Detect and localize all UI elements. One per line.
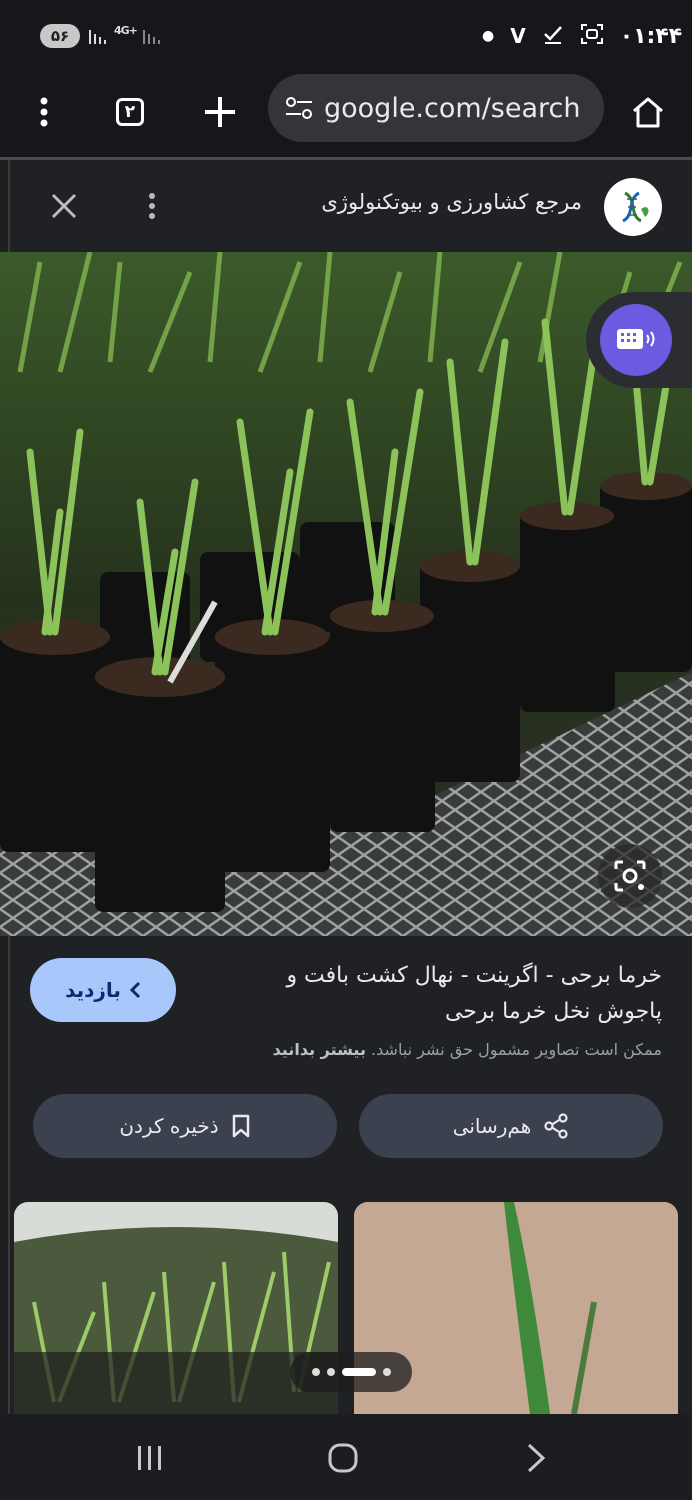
signal-icon: [88, 26, 110, 50]
keyboard-icon: [600, 304, 672, 376]
share-label: هم‌رسانی: [452, 1114, 532, 1138]
signal-icon: [142, 26, 164, 50]
pager-dot: [311, 1368, 320, 1376]
recents-button[interactable]: [120, 1428, 180, 1488]
url-text: google.com/search: [324, 92, 581, 124]
new-tab-button[interactable]: [192, 84, 248, 140]
keyboard-voice-fab[interactable]: [586, 292, 692, 388]
source-name[interactable]: مرجع کشاورزی و بیوتکنولوژی: [321, 190, 582, 214]
network-4g-icon: 4G+: [114, 24, 138, 37]
v-notification-icon: V: [510, 24, 526, 48]
save-button[interactable]: ذخیره کردن: [33, 1094, 337, 1158]
home-nav-button[interactable]: [313, 1428, 373, 1488]
url-bar[interactable]: google.com/search: [268, 74, 604, 142]
clock: ۰۱:۴۴: [619, 23, 683, 49]
lens-search-button[interactable]: [598, 844, 662, 908]
copyright-text: ممکن است تصاویر مشمول حق نشر نباشد.: [371, 1040, 662, 1059]
plus-icon: [205, 97, 235, 127]
site-settings-icon[interactable]: [284, 93, 314, 123]
source-more-button[interactable]: [134, 186, 170, 226]
related-image-thumbnail[interactable]: [14, 1202, 338, 1414]
tab-switcher-button[interactable]: ۲: [102, 84, 158, 140]
back-button[interactable]: [506, 1428, 566, 1488]
result-title[interactable]: خرما برحی - اگرینت - نهال کشت بافت و پاج…: [232, 958, 662, 1030]
battery-indicator: ۵۶: [40, 24, 80, 48]
home-button[interactable]: [620, 84, 676, 140]
status-icons-right: ● V ۰۱:۴۴: [482, 22, 682, 50]
tab-count: ۲: [116, 98, 144, 126]
share-icon: [544, 1113, 568, 1139]
close-button[interactable]: [44, 186, 84, 226]
more-vert-icon: [149, 193, 155, 219]
pager-dot: [326, 1368, 335, 1376]
home-icon: [633, 97, 663, 128]
recents-icon: [138, 1446, 161, 1470]
related-pager[interactable]: [290, 1352, 412, 1392]
chevron-left-icon: [129, 981, 140, 999]
visit-label: بازدید: [65, 978, 121, 1002]
close-icon: [51, 193, 77, 219]
share-button[interactable]: هم‌رسانی: [359, 1094, 663, 1158]
learn-more-link[interactable]: بیشتر بدانید: [273, 1040, 366, 1059]
home-nav-icon: [328, 1443, 358, 1473]
screenshot-icon: [580, 23, 604, 50]
visit-button[interactable]: بازدید: [30, 958, 176, 1022]
dot-icon: ●: [482, 28, 495, 44]
save-label: ذخیره کردن: [119, 1114, 219, 1138]
menu-button[interactable]: [16, 84, 72, 140]
lens-icon: [614, 860, 646, 892]
source-logo[interactable]: [604, 178, 662, 236]
pager-dot-active: [341, 1368, 376, 1376]
chevron-right-icon: [527, 1443, 546, 1473]
copyright-notice: ممکن است تصاویر مشمول حق نشر نباشد. بیشت…: [42, 1040, 662, 1059]
bookmark-icon: [232, 1114, 249, 1138]
pager-dot: [382, 1368, 391, 1376]
more-vert-icon: [40, 97, 48, 127]
check-notification-icon: [542, 23, 564, 50]
